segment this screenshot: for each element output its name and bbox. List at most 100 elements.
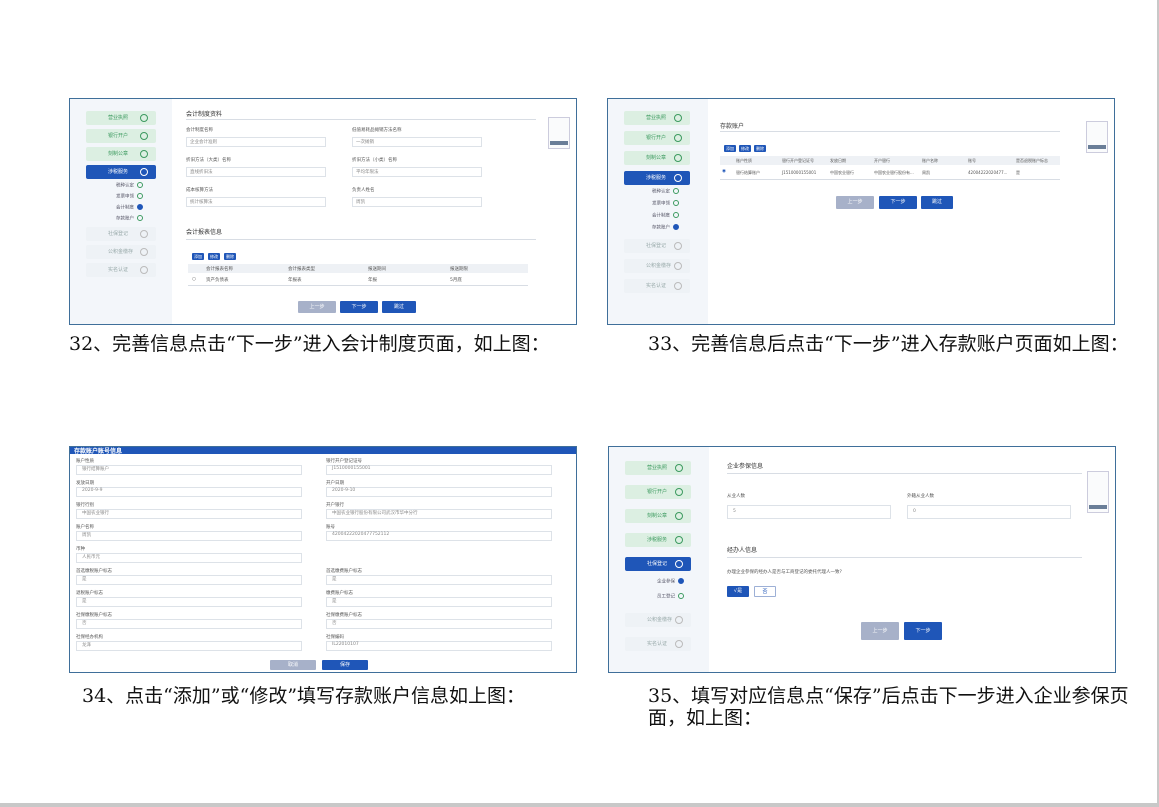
preview-thumbnail [1086,121,1108,153]
sidebar-item-business-license[interactable]: 营业执照 [625,461,691,475]
circle-icon [675,640,683,648]
sidebar: 营业执照 银行开户 刻制公章 涉税服务 社保登记 企业参保 员工登记 公积金缴存… [609,447,709,672]
prev-step-button[interactable]: 上一步 [298,301,336,313]
form-input[interactable] [76,509,302,519]
form-input[interactable] [76,531,302,541]
radio-icon[interactable]: ◉ [722,169,726,174]
prev-step-button[interactable]: 上一步 [836,196,874,209]
table-header [188,264,528,273]
next-step-button[interactable]: 下一步 [904,622,942,640]
form-input[interactable] [76,619,302,629]
screenshot-33: 营业执照 银行开户 刻制公章 涉税服务 税种认定 发票申领 会计制度 存款账户 … [607,98,1115,325]
sidebar-sub-item[interactable]: 会计制度 [116,204,143,211]
check-icon [673,188,679,194]
sidebar-item-fund[interactable]: 公积金缴存 [624,259,690,273]
sidebar-item-tax[interactable]: 涉税服务 [86,165,156,179]
preview-thumbnail [548,117,570,149]
field-label: 账号 [326,525,335,530]
sidebar-item-fund[interactable]: 公积金缴存 [625,613,691,627]
sidebar: 营业执照 银行开户 刻制公章 涉税服务 税种认定 发票申领 会计制度 存款账户 … [70,99,172,324]
next-step-button[interactable]: 下一步 [879,196,917,209]
section-title: 经办人信息 [727,547,758,554]
sidebar-sub-item[interactable]: 发票申领 [116,193,143,200]
form-input[interactable] [326,575,552,585]
field-label: 低值易耗品摊销方法名称 [352,128,402,133]
field-label: 币种 [76,547,85,552]
sidebar-sub-item[interactable]: 存款账户 [116,215,143,222]
caption-35: 35、填写对应信息点“保存”后点击下一步进入企业参保页面，如上图： [648,685,1129,729]
form-title: 存款账户账号信息 [74,448,123,455]
sidebar-item-social[interactable]: 社保登记 [86,227,156,241]
foreign-count-input[interactable] [907,505,1071,519]
circle-icon [674,262,682,270]
sidebar-item-fund[interactable]: 公积金缴存 [86,245,156,259]
form-input[interactable] [326,597,552,607]
add-button[interactable]: 添加 [724,145,736,152]
yes-option[interactable]: √是 [727,586,749,597]
divider [186,119,536,120]
sidebar-item-bank-account[interactable]: 银行开户 [86,129,156,143]
edit-button[interactable]: 修改 [739,145,751,152]
form-input[interactable] [326,487,552,497]
form-input[interactable] [76,465,302,475]
field-label: 开户银行 [326,503,344,508]
skip-button[interactable]: 跳过 [382,301,416,313]
no-option[interactable]: 否 [754,586,776,597]
next-step-button[interactable]: 下一步 [340,301,378,313]
sidebar-sub-item[interactable]: 会计制度 [652,212,679,219]
current-step-icon [678,578,684,584]
form-input[interactable] [76,597,302,607]
form-input[interactable] [76,553,302,563]
check-icon [675,536,683,544]
sidebar-sub-item[interactable]: 员工登记 [657,593,684,600]
save-button[interactable]: 保存 [322,660,368,670]
sidebar-item-realname[interactable]: 实名认证 [624,279,690,293]
form-input[interactable] [326,641,552,651]
text-field[interactable] [352,197,482,207]
sidebar-item-seal[interactable]: 刻制公章 [624,151,690,165]
sidebar-item-seal[interactable]: 刻制公章 [625,509,691,523]
question-text: 办理企业参保的经办人是否与工商登记的委托代理人一致? [727,570,842,575]
divider [720,179,1060,180]
cancel-button[interactable]: 取消 [270,660,316,670]
table-cell: 银行结算账户 [736,170,760,175]
delete-button[interactable]: 删除 [754,145,766,152]
form-input[interactable] [76,487,302,497]
sidebar-item-bank-account[interactable]: 银行开户 [624,131,690,145]
field-label: 外籍从业人数 [907,494,934,499]
radio-icon[interactable]: ○ [192,277,196,282]
edit-button[interactable]: 修改 [208,253,220,260]
employee-count-input[interactable] [727,505,891,519]
form-input[interactable] [326,619,552,629]
field-label: 银行开户登记证号 [326,459,362,464]
circle-icon [140,230,148,238]
sidebar-item-seal[interactable]: 刻制公章 [86,147,156,161]
sidebar-item-business-license[interactable]: 营业执照 [624,111,690,125]
skip-button[interactable]: 跳过 [921,196,953,209]
sidebar-item-bank-account[interactable]: 银行开户 [625,485,691,499]
section-title: 存款账户 [720,123,745,130]
sidebar-item-realname[interactable]: 实名认证 [86,263,156,277]
form-input[interactable] [76,641,302,651]
sidebar-item-social[interactable]: 社保登记 [625,557,691,571]
check-icon [673,212,679,218]
sidebar-item-tax[interactable]: 涉税服务 [624,171,690,185]
sidebar-sub-item[interactable]: 存款账户 [652,224,679,231]
screenshot-34: 存款账户账号信息 账户性质 银行结算账户 银行开户登记证号 J151000015500… [69,446,577,673]
field-value: 中国农业银行股份有限公司武汉市华中分行 [332,511,418,516]
sidebar-sub-item[interactable]: 税种认定 [116,182,143,189]
sidebar-sub-item[interactable]: 税种认定 [652,188,679,195]
form-input[interactable] [76,575,302,585]
sidebar-item-social[interactable]: 社保登记 [624,239,690,253]
sidebar-item-tax[interactable]: 涉税服务 [625,533,691,547]
form-title-bar: 存款账户账号信息 [70,447,576,455]
delete-button[interactable]: 删除 [224,253,236,260]
add-button[interactable]: 添加 [192,253,204,260]
field-value: 是 [82,577,87,582]
sidebar-sub-item[interactable]: 发票申领 [652,200,679,207]
prev-step-button[interactable]: 上一步 [861,622,899,640]
sidebar-item-realname[interactable]: 实名认证 [625,637,691,651]
sidebar-item-business-license[interactable]: 营业执照 [86,111,156,125]
sidebar-sub-item[interactable]: 企业参保 [657,578,684,585]
check-icon [675,512,683,520]
